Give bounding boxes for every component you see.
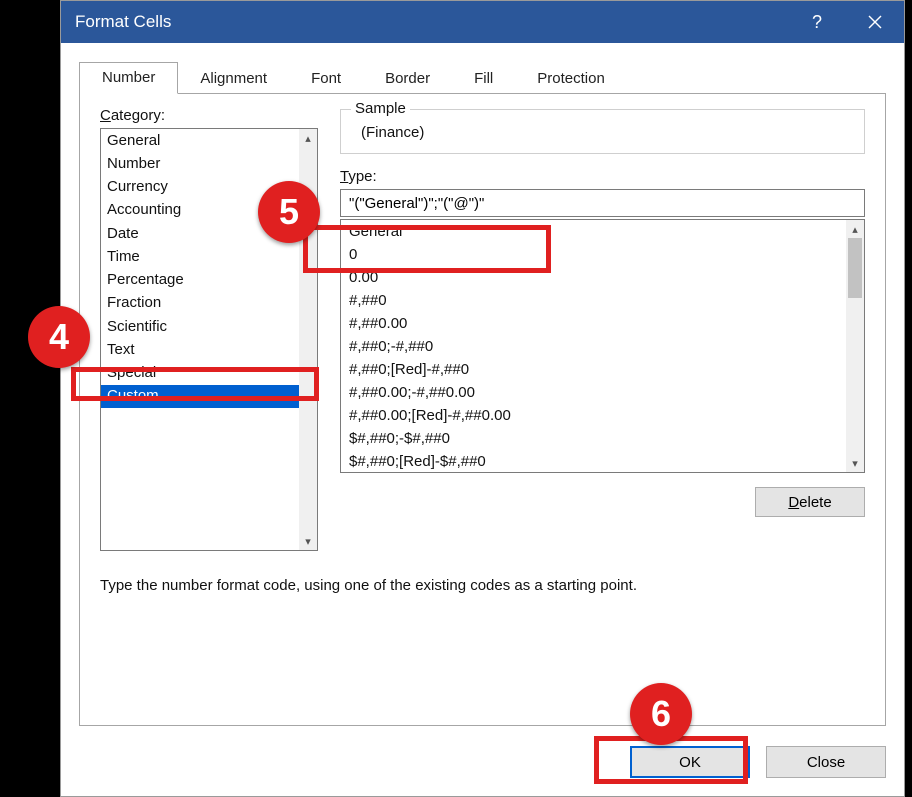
format-code-item[interactable]: #,##0;[Red]-#,##0	[341, 358, 864, 381]
category-item-accounting[interactable]: Accounting	[101, 199, 317, 222]
tab-label: Number	[102, 69, 155, 86]
dialog-body: Number Alignment Font Border Fill Protec…	[79, 61, 886, 778]
category-item-fraction[interactable]: Fraction	[101, 292, 317, 315]
dialog-button-row: OK Close	[630, 746, 886, 778]
scroll-thumb[interactable]	[848, 238, 862, 298]
format-code-item[interactable]: General	[341, 220, 864, 243]
category-item-custom[interactable]: Custom	[101, 385, 317, 408]
titlebar: Format Cells ?	[61, 1, 904, 43]
category-item-special[interactable]: Special	[101, 362, 317, 385]
category-listbox[interactable]: GeneralNumberCurrencyAccountingDateTimeP…	[100, 128, 318, 551]
tab-label: Protection	[537, 70, 605, 87]
format-code-item[interactable]: 0.00	[341, 266, 864, 289]
format-code-item[interactable]: #,##0;-#,##0	[341, 335, 864, 358]
number-tab-panel: Category: GeneralNumberCurrencyAccountin…	[79, 93, 886, 726]
tab-protection[interactable]: Protection	[515, 64, 627, 94]
tab-border[interactable]: Border	[363, 64, 452, 94]
category-scrollbar[interactable]: ▴ ▾	[299, 129, 317, 550]
tabstrip: Number Alignment Font Border Fill Protec…	[79, 61, 886, 94]
format-code-item[interactable]: #,##0.00	[341, 312, 864, 335]
ok-button[interactable]: OK	[630, 746, 750, 778]
type-label: Type:	[340, 168, 865, 185]
scroll-up-icon: ▴	[299, 129, 317, 147]
scroll-down-icon: ▾	[299, 532, 317, 550]
sample-value: (Finance)	[353, 120, 852, 141]
format-code-item[interactable]: #,##0.00;[Red]-#,##0.00	[341, 404, 864, 427]
close-button[interactable]: Close	[766, 746, 886, 778]
format-code-item[interactable]: 0	[341, 243, 864, 266]
format-code-item[interactable]: #,##0.00;-#,##0.00	[341, 381, 864, 404]
close-icon	[868, 15, 882, 29]
category-item-currency[interactable]: Currency	[101, 176, 317, 199]
category-item-text[interactable]: Text	[101, 338, 317, 361]
category-item-time[interactable]: Time	[101, 245, 317, 268]
sample-legend: Sample	[351, 100, 410, 117]
category-item-date[interactable]: Date	[101, 222, 317, 245]
tab-fill[interactable]: Fill	[452, 64, 515, 94]
category-item-percentage[interactable]: Percentage	[101, 269, 317, 292]
scroll-up-icon: ▴	[846, 220, 864, 238]
format-scrollbar[interactable]: ▴ ▾	[846, 220, 864, 472]
tab-label: Border	[385, 70, 430, 87]
delete-button[interactable]: Delete	[755, 487, 865, 517]
dialog-title: Format Cells	[75, 12, 171, 32]
tab-alignment[interactable]: Alignment	[178, 64, 289, 94]
format-code-item[interactable]: #,##0	[341, 289, 864, 312]
tab-number[interactable]: Number	[79, 62, 178, 94]
scroll-down-icon: ▾	[846, 454, 864, 472]
tab-font[interactable]: Font	[289, 64, 363, 94]
help-button[interactable]: ?	[788, 1, 846, 43]
tab-label: Alignment	[200, 70, 267, 87]
format-code-item[interactable]: $#,##0;[Red]-$#,##0	[341, 450, 864, 473]
tab-label: Font	[311, 70, 341, 87]
category-item-number[interactable]: Number	[101, 152, 317, 175]
window-close-button[interactable]	[846, 1, 904, 43]
format-cells-dialog: Format Cells ? Number Alignment Font Bor…	[60, 0, 905, 797]
format-code-listbox[interactable]: General00.00#,##0#,##0.00#,##0;-#,##0#,#…	[340, 219, 865, 473]
hint-text: Type the number format code, using one o…	[100, 577, 865, 594]
sample-group: Sample (Finance)	[340, 109, 865, 154]
category-item-scientific[interactable]: Scientific	[101, 315, 317, 338]
category-item-general[interactable]: General	[101, 129, 317, 152]
format-code-item[interactable]: $#,##0;-$#,##0	[341, 427, 864, 450]
type-input[interactable]	[340, 189, 865, 217]
tab-label: Fill	[474, 70, 493, 87]
category-label: Category:	[100, 107, 318, 124]
